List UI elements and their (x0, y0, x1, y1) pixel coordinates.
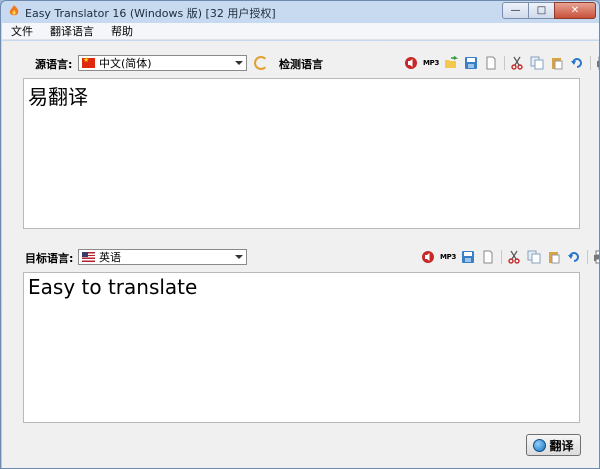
source-text-area[interactable]: 易翻译 (23, 78, 580, 229)
menu-bar: 文件 翻译语言 帮助 (2, 23, 599, 40)
speaker-icon[interactable] (420, 249, 436, 265)
undo-icon[interactable] (569, 55, 585, 71)
mp3-icon[interactable]: MP3 (423, 55, 439, 71)
title-bar: Easy Translator 16 (Windows 版) [32 用户授权]… (1, 1, 599, 22)
target-language-label: 目标语言: (25, 252, 74, 265)
cut-icon[interactable] (509, 55, 525, 71)
mp3-icon[interactable]: MP3 (440, 249, 456, 265)
close-button[interactable]: ✕ (554, 2, 596, 19)
chevron-down-icon (235, 255, 243, 259)
save-icon[interactable] (460, 249, 476, 265)
print-icon[interactable] (595, 55, 599, 71)
menu-translate-language[interactable]: 翻译语言 (41, 23, 102, 39)
toolbar-separator (504, 56, 505, 70)
new-document-icon[interactable] (483, 55, 499, 71)
undo-icon[interactable] (566, 249, 582, 265)
toolbar-separator (587, 250, 588, 264)
target-language-select[interactable]: 英语 (78, 249, 247, 265)
minimize-button[interactable]: — (502, 2, 528, 19)
usa-flag-icon (82, 252, 95, 262)
target-toolbar: MP3 (420, 249, 599, 265)
source-text: 易翻译 (28, 85, 88, 109)
toolbar-separator (501, 250, 502, 264)
cut-icon[interactable] (506, 249, 522, 265)
menu-help[interactable]: 帮助 (102, 23, 141, 39)
menu-file[interactable]: 文件 (2, 23, 41, 39)
new-document-icon[interactable] (480, 249, 496, 265)
window-title: Easy Translator 16 (Windows 版) [32 用户授权] (25, 7, 276, 20)
swap-languages-icon[interactable] (254, 56, 268, 70)
china-flag-icon (82, 56, 95, 68)
copy-icon[interactable] (526, 249, 542, 265)
source-language-select[interactable]: 中文(简体) (78, 55, 247, 71)
toolbar-separator (590, 56, 591, 70)
target-text-area[interactable]: Easy to translate (23, 272, 580, 423)
client-area: 源语言: 中文(简体) 检测语言 MP3 (2, 41, 599, 468)
speaker-icon[interactable] (403, 55, 419, 71)
source-language-value: 中文(简体) (99, 57, 152, 70)
target-language-value: 英语 (99, 251, 121, 264)
window-controls: — □ ✕ (502, 2, 596, 19)
app-logo-icon (9, 5, 19, 16)
translate-button-label: 翻译 (549, 438, 574, 453)
chevron-down-icon (235, 61, 243, 65)
copy-icon[interactable] (529, 55, 545, 71)
app-window: Easy Translator 16 (Windows 版) [32 用户授权]… (0, 0, 600, 469)
paste-icon[interactable] (546, 249, 562, 265)
print-icon[interactable] (592, 249, 599, 265)
translate-button[interactable]: 翻译 (526, 434, 581, 456)
open-folder-icon[interactable] (443, 55, 459, 71)
source-toolbar: MP3 (403, 55, 599, 71)
save-icon[interactable] (463, 55, 479, 71)
maximize-button[interactable]: □ (528, 2, 554, 19)
source-language-label: 源语言: (35, 58, 73, 71)
paste-icon[interactable] (549, 55, 565, 71)
target-text: Easy to translate (28, 275, 198, 299)
globe-icon (533, 438, 547, 452)
detect-language-button[interactable]: 检测语言 (279, 56, 323, 72)
